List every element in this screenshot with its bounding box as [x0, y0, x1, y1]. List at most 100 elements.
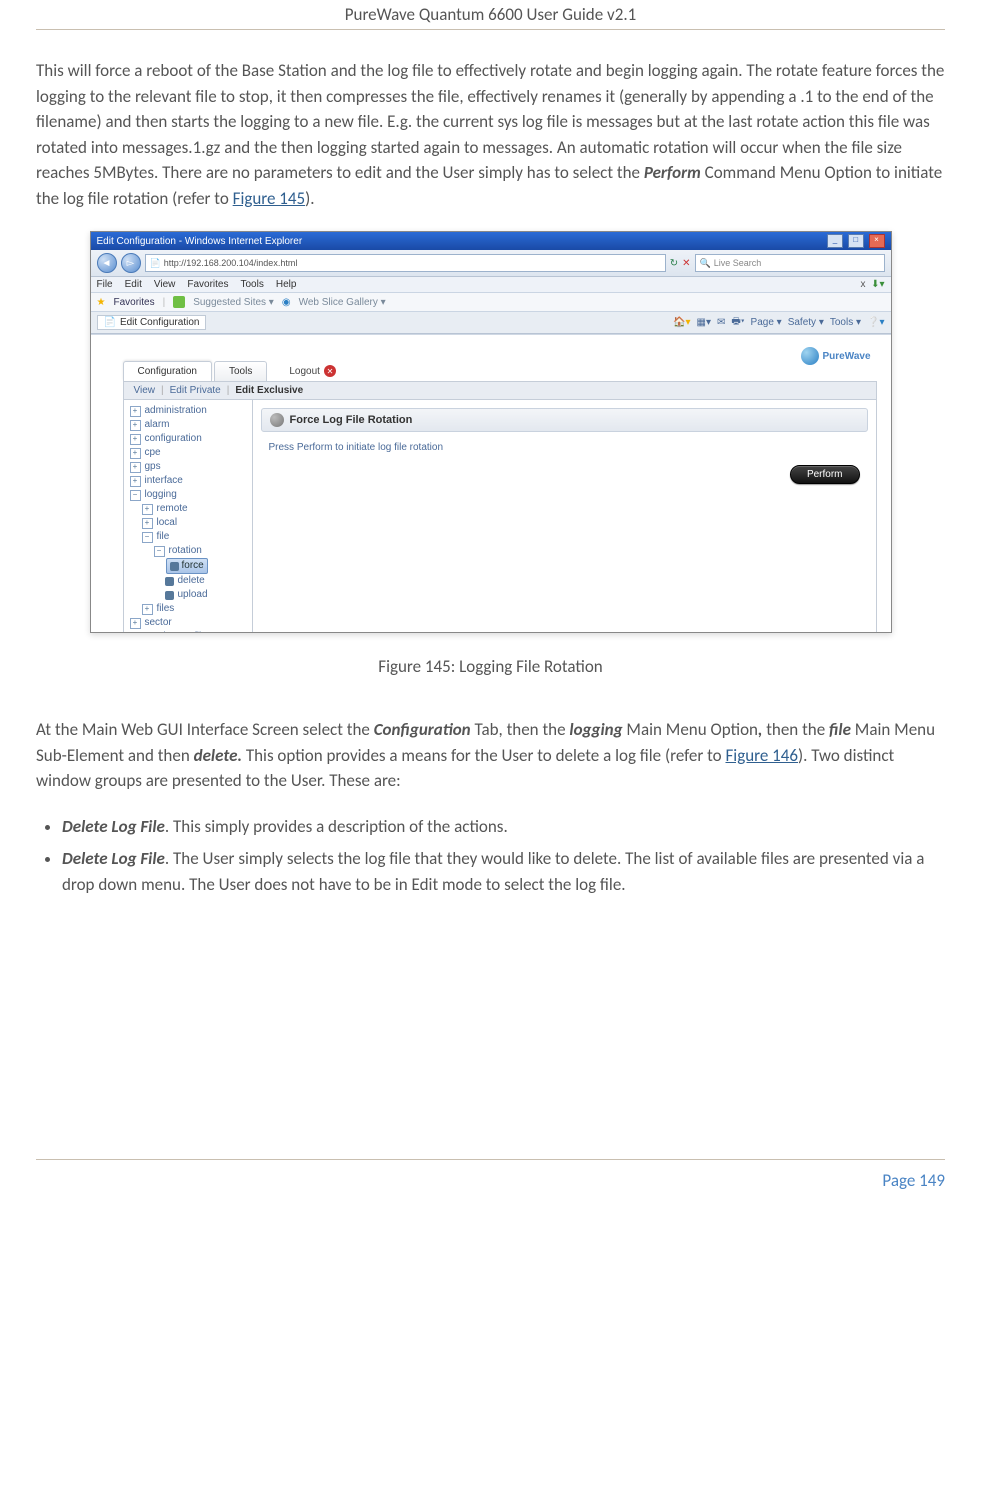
maximize-button[interactable]: □	[848, 234, 864, 248]
ie-favorites-bar: ★ Favorites | Suggested Sites ▾ ◉ Web Sl…	[91, 293, 891, 312]
help-icon[interactable]: ❔▾	[867, 317, 884, 328]
brand-icon	[801, 347, 819, 365]
print-icon[interactable]: 🖶▾	[731, 314, 744, 331]
page-menu[interactable]: Page ▾	[751, 317, 782, 328]
bullet2-text: . The User simply selects the log file t…	[62, 848, 924, 895]
page-icon: 📄	[150, 255, 161, 271]
logging-keyword: logging	[569, 719, 622, 740]
ie-titlebar: Edit Configuration - Windows Internet Ex…	[91, 232, 891, 250]
page-content: Configuration Tools Logout ✕ PureWave Vi…	[91, 334, 891, 633]
feeds-icon[interactable]: ▦▾	[697, 317, 711, 328]
tree-configuration[interactable]: configuration	[145, 432, 202, 446]
favorites-divider: |	[163, 297, 166, 308]
suggested-sites-link[interactable]: Suggested Sites ▾	[193, 297, 274, 308]
p2-t2: Tab, then the	[471, 719, 570, 740]
bullet1-text: . This simply provides a description of …	[165, 816, 508, 837]
search-icon: 🔍	[700, 255, 711, 271]
tree-rotation[interactable]: rotation	[169, 544, 202, 558]
tree-delete[interactable]: delete	[178, 574, 205, 588]
safety-menu[interactable]: Safety ▾	[788, 317, 824, 328]
delete-keyword: delete.	[194, 745, 242, 766]
tree-upload[interactable]: upload	[178, 588, 208, 602]
menu-tools[interactable]: Tools	[240, 279, 263, 290]
logout-button[interactable]: Logout ✕	[283, 361, 342, 381]
search-box[interactable]: 🔍 Live Search	[695, 254, 885, 272]
intro-text-3: ).	[305, 188, 314, 209]
tree-remote[interactable]: remote	[157, 502, 188, 516]
close-button[interactable]: ×	[869, 234, 885, 248]
stop-icon[interactable]: ✕	[682, 258, 690, 269]
home-icon[interactable]: 🏠▾	[673, 317, 690, 328]
logout-label: Logout	[289, 366, 320, 377]
panel-title: Force Log File Rotation	[290, 414, 413, 426]
tree-file[interactable]: file	[157, 530, 170, 544]
panel-message: Press Perform to initiate log file rotat…	[261, 440, 868, 455]
refresh-icon[interactable]: ↻	[670, 258, 678, 269]
bullet2-head: Delete Log File	[62, 848, 165, 869]
screenshot-ie-window: Edit Configuration - Windows Internet Ex…	[90, 231, 892, 633]
suggested-sites-icon[interactable]	[173, 296, 185, 308]
url-text: http://192.168.200.104/index.html	[164, 255, 298, 271]
gear-icon	[165, 591, 174, 600]
tree-local[interactable]: local	[157, 516, 178, 530]
favorites-star-icon[interactable]: ★	[97, 297, 106, 308]
tree-alarm[interactable]: alarm	[145, 418, 170, 432]
nav-tree[interactable]: +administration +alarm +configuration +c…	[123, 400, 253, 633]
page-footer: Page 149	[36, 1159, 945, 1221]
tree-administration[interactable]: administration	[145, 404, 207, 418]
list-item: Delete Log File. The User simply selects…	[62, 846, 945, 899]
configuration-keyword: Configuration	[374, 719, 471, 740]
tree-gps[interactable]: gps	[145, 460, 161, 474]
file-keyword: file	[829, 719, 851, 740]
logout-icon: ✕	[324, 365, 336, 377]
menu-file[interactable]: File	[97, 279, 113, 290]
url-field[interactable]: 📄 http://192.168.200.104/index.html	[145, 254, 666, 272]
ie-tabbar: 📄 Edit Configuration 🏠▾ ▦▾ ✉ 🖶▾ Page ▾ S…	[91, 312, 891, 334]
browser-tab[interactable]: 📄 Edit Configuration	[97, 315, 207, 330]
subtab-edit-private[interactable]: Edit Private	[170, 385, 221, 396]
page-header: PureWave Quantum 6600 User Guide v2.1	[36, 0, 945, 30]
ie-menubar: File Edit View Favorites Tools Help x ⬇▾	[91, 277, 891, 293]
main-split: +administration +alarm +configuration +c…	[123, 400, 877, 633]
p2-t1: At the Main Web GUI Interface Screen sel…	[36, 719, 374, 740]
tree-files[interactable]: files	[157, 602, 175, 616]
tab-configuration[interactable]: Configuration	[123, 361, 212, 381]
subtab-edit-exclusive[interactable]: Edit Exclusive	[235, 385, 303, 396]
menu-help[interactable]: Help	[276, 279, 297, 290]
gear-icon	[170, 562, 179, 571]
ie-window-buttons: _ □ ×	[825, 234, 885, 248]
subtab-view[interactable]: View	[134, 385, 156, 396]
figure-145-ref[interactable]: Figure 145	[233, 188, 306, 209]
tools-menu[interactable]: Tools ▾	[830, 317, 861, 328]
figure-145: Edit Configuration - Windows Internet Ex…	[36, 231, 945, 677]
p2-t4: then the	[762, 719, 829, 740]
forward-button[interactable]: ▻	[121, 253, 141, 273]
tree-logging[interactable]: logging	[145, 488, 177, 502]
web-slice-link[interactable]: Web Slice Gallery ▾	[299, 297, 386, 308]
ie-address-bar: ◄ ▻ 📄 http://192.168.200.104/index.html …	[91, 250, 891, 277]
tree-cpe[interactable]: cpe	[145, 446, 161, 460]
tree-interface[interactable]: interface	[145, 474, 183, 488]
figure-caption: Figure 145: Logging File Rotation	[36, 656, 945, 677]
web-slice-icon[interactable]: ◉	[282, 297, 291, 308]
menu-edit[interactable]: Edit	[125, 279, 142, 290]
mail-icon[interactable]: ✉	[717, 317, 725, 328]
brand-logo: PureWave	[801, 347, 871, 365]
p2-t6: This option provides a means for the Use…	[242, 745, 726, 766]
back-button[interactable]: ◄	[97, 253, 117, 273]
menu-favorites[interactable]: Favorites	[187, 279, 228, 290]
tree-sector[interactable]: sector	[145, 616, 172, 630]
tree-force[interactable]: force	[166, 558, 208, 574]
tree-service-profile[interactable]: service-profile	[145, 630, 207, 633]
action-panel: Force Log File Rotation Press Perform to…	[253, 400, 877, 633]
tab-tools[interactable]: Tools	[214, 361, 267, 381]
favorites-label[interactable]: Favorites	[113, 297, 154, 308]
figure-146-ref[interactable]: Figure 146	[725, 745, 798, 766]
menu-view[interactable]: View	[154, 279, 176, 290]
perform-button[interactable]: Perform	[790, 465, 860, 484]
p2-t3: Main Menu Option	[623, 719, 758, 740]
minimize-button[interactable]: _	[827, 234, 843, 248]
ie-tool-buttons: 🏠▾ ▦▾ ✉ 🖶▾ Page ▾ Safety ▾ Tools ▾ ❔▾	[673, 314, 884, 331]
menubar-close[interactable]: x ⬇▾	[861, 279, 885, 290]
delete-paragraph: At the Main Web GUI Interface Screen sel…	[36, 717, 945, 794]
